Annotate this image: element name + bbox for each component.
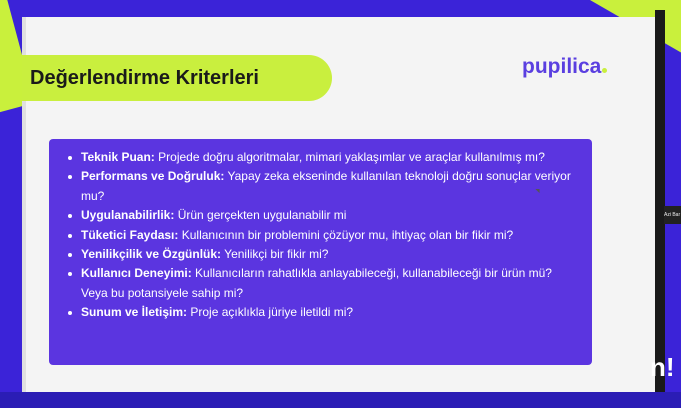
participant-tag[interactable]: Azi Bar [664, 206, 681, 224]
criteria-name: Uygulanabilirlik: [81, 208, 175, 223]
criteria-name: Tüketici Faydası: [81, 227, 179, 242]
criteria-name: Yenilikçilik ve Özgünlük: [81, 247, 222, 262]
corner-text: n! [650, 352, 675, 382]
pupilica-logo: pupilica [522, 55, 608, 79]
criteria-name: Sunum ve İletişim: [81, 305, 188, 320]
slide-title: Değerlendirme Kriterleri [30, 67, 259, 89]
criteria-item: Performans ve Doğruluk: Yapay zeka eksen… [68, 167, 578, 206]
criteria-text: Ürün gerçekten uygulanabilir mi [177, 208, 347, 223]
criteria-name: Performans ve Doğruluk: [81, 169, 225, 184]
criteria-text: Projede doğru algoritmalar, mimari yakla… [158, 150, 545, 164]
criteria-name: Teknik Puan: [81, 150, 155, 164]
window-edge-bottom [0, 392, 681, 408]
criteria-list: Teknik Puan: Projede doğru algoritmalar,… [57, 148, 578, 323]
screen-frame: Değerlendirme Kriterleri pupilica Teknik… [0, 0, 681, 408]
criteria-name: Kullanıcı Deneyimi: [81, 266, 192, 281]
criteria-text: Yenilikçi bir fikir mi? [224, 247, 329, 262]
criteria-item: Sunum ve İletişim: Proje açıklıkla jüriy… [68, 303, 578, 322]
criteria-item: Yenilikçilik ve Özgünlük: Yenilikçi bir … [68, 245, 578, 264]
criteria-text: Kullanıcının bir problemini çözüyor mu, … [181, 227, 514, 242]
logo-dot-icon [602, 68, 608, 73]
presentation-slide: Değerlendirme Kriterleri pupilica Teknik… [22, 17, 655, 392]
logo-text: pupilica [522, 55, 602, 78]
criteria-item: Uygulanabilirlik: Ürün gerçekten uygulan… [68, 206, 578, 225]
criteria-box: Teknik Puan: Projede doğru algoritmalar,… [49, 139, 592, 365]
criteria-text: Proje açıklıkla jüriye iletildi mi? [190, 305, 354, 320]
criteria-item: Kullanıcı Deneyimi: Kullanıcıların rahat… [68, 264, 578, 303]
criteria-item: Teknik Puan: Projede doğru algoritmalar,… [68, 148, 578, 167]
window-edge-right [655, 10, 665, 395]
criteria-item: Tüketici Faydası: Kullanıcının bir probl… [68, 226, 578, 245]
